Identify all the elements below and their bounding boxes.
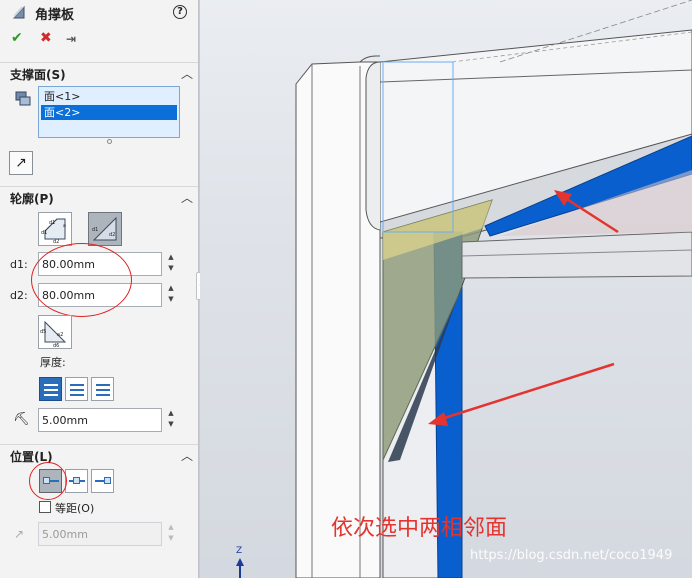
d2-spinner[interactable]: ▲ ▼ xyxy=(165,283,177,307)
d1-input[interactable] xyxy=(38,252,162,276)
profile-chamfer-icon: d1 d1 a d2 xyxy=(41,218,66,245)
profile-title: 轮廓(P) xyxy=(10,192,54,206)
position-group: 位置(L) ︿ xyxy=(0,444,198,464)
gusset-feature-icon xyxy=(12,5,25,19)
watermark-text: https://blog.csdn.net/coco1949 xyxy=(470,548,673,563)
d1-label: d1: xyxy=(10,258,28,271)
thickness-side-two-button[interactable] xyxy=(91,377,114,401)
triad-z-label: Z xyxy=(236,546,243,556)
cancel-icon[interactable]: ✖ xyxy=(40,30,52,46)
position-start-button[interactable] xyxy=(39,469,62,493)
equal-offset-checkbox[interactable] xyxy=(39,501,51,513)
pin-icon[interactable]: ⇥ xyxy=(66,32,76,46)
collapse-chevron-icon[interactable]: ︿ xyxy=(181,189,193,206)
offset-spinner[interactable]: ▲ ▼ xyxy=(165,522,177,546)
position-title: 位置(L) xyxy=(10,450,53,464)
graphics-viewport[interactable]: 依次选中两相邻面 https://blog.csdn.net/coco1949 … xyxy=(200,0,692,578)
thickness-spinner[interactable]: ▲ ▼ xyxy=(165,408,177,432)
support-faces-group: 支撑面(S) ︿ xyxy=(0,62,198,82)
list-resize-grip[interactable] xyxy=(107,139,112,144)
list-item[interactable]: 面<2> xyxy=(41,105,177,120)
thickness-side-one-button[interactable] xyxy=(39,377,62,401)
thickness-label: 厚度: xyxy=(40,356,66,369)
thickness-icon: ⛏ xyxy=(13,412,30,427)
help-icon[interactable]: ? xyxy=(173,5,187,19)
svg-text:a: a xyxy=(63,223,66,229)
svg-text:d2: d2 xyxy=(109,232,115,238)
property-manager-panel: 角撑板 ? ✔ ✖ ⇥ 支撑面(S) ︿ 面<1> 面<2> ↗ 轮廓(P) ︿… xyxy=(0,0,199,578)
reverse-direction-button[interactable]: ↗ xyxy=(9,151,33,175)
flip-profile-icon: d5 d6 a2 xyxy=(40,320,67,349)
thickness-symmetric-button[interactable] xyxy=(65,377,88,401)
panel-header: 角撑板 ? xyxy=(0,0,198,28)
svg-text:d1: d1 xyxy=(49,220,55,226)
position-end-button[interactable] xyxy=(91,469,114,493)
model-drawing xyxy=(236,0,692,578)
flip-profile-button[interactable]: d5 d6 a2 xyxy=(38,315,72,349)
equal-offset-label: 等距(O) xyxy=(55,502,95,515)
profile-group: 轮廓(P) ︿ xyxy=(0,186,198,206)
collapse-chevron-icon[interactable]: ︿ xyxy=(181,447,193,464)
ok-icon[interactable]: ✔ xyxy=(11,30,23,46)
d2-label: d2: xyxy=(10,289,28,302)
svg-text:d1: d1 xyxy=(92,227,98,233)
offset-input[interactable] xyxy=(38,522,162,546)
svg-text:d5: d5 xyxy=(40,329,46,335)
annotation-text: 依次选中两相邻面 xyxy=(331,516,508,541)
d2-input[interactable] xyxy=(38,283,162,307)
svg-text:d2: d2 xyxy=(53,239,59,245)
profile-type-triangle-button[interactable]: d1 d2 xyxy=(88,212,122,246)
offset-direction-icon: ↗ xyxy=(14,527,25,541)
thickness-input[interactable] xyxy=(38,408,162,432)
profile-triangle-icon: d1 d2 xyxy=(92,216,117,241)
collapse-chevron-icon[interactable]: ︿ xyxy=(181,65,193,82)
face-selection-icon xyxy=(15,91,31,106)
svg-text:a2: a2 xyxy=(57,332,63,338)
support-faces-title: 支撑面(S) xyxy=(10,68,66,82)
svg-text:d6: d6 xyxy=(53,343,59,348)
position-middle-button[interactable] xyxy=(65,469,88,493)
panel-actions: ✔ ✖ ⇥ xyxy=(0,30,198,50)
list-item[interactable]: 面<1> xyxy=(41,89,177,104)
panel-title: 角撑板 xyxy=(35,8,75,23)
svg-text:d1: d1 xyxy=(41,230,47,236)
profile-type-chamfer-button[interactable]: d1 d1 a d2 xyxy=(38,212,72,246)
d1-spinner[interactable]: ▲ ▼ xyxy=(165,252,177,276)
support-faces-list[interactable]: 面<1> 面<2> xyxy=(38,86,180,138)
